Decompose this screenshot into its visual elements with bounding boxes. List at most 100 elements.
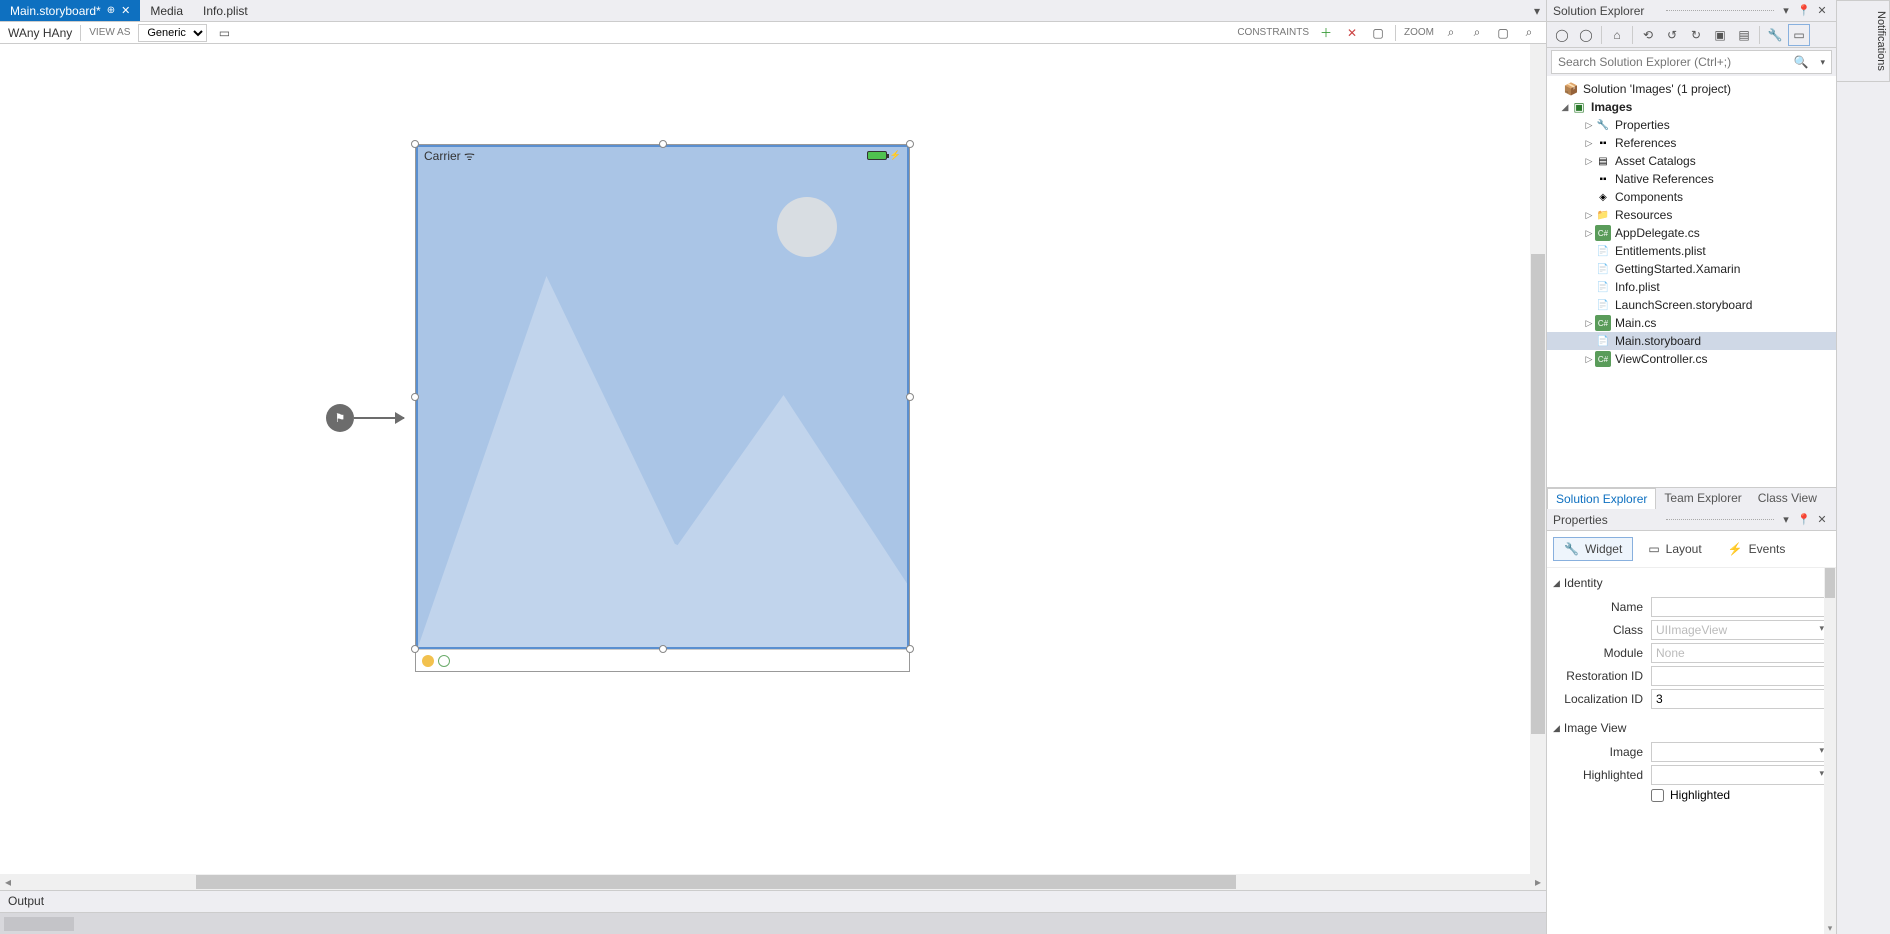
group-header-identity[interactable]: ◢Identity	[1551, 572, 1828, 594]
solution-explorer-header[interactable]: Solution Explorer ▾ 📍 ✕	[1547, 0, 1836, 22]
tree-item[interactable]: 📄LaunchScreen.storyboard	[1547, 296, 1836, 314]
tree-item[interactable]: 📄Main.storyboard	[1547, 332, 1836, 350]
doc-tab-info-plist[interactable]: Info.plist	[193, 0, 258, 21]
tree-item-label: References	[1615, 136, 1676, 150]
restoration-id-input[interactable]	[1651, 666, 1828, 686]
sync-icon[interactable]: ⟲	[1637, 24, 1659, 46]
output-panel-header[interactable]: Output	[0, 890, 1546, 912]
canvas-vertical-scrollbar[interactable]	[1530, 44, 1546, 874]
prop-tab-events[interactable]: ⚡Events	[1717, 537, 1797, 561]
name-input[interactable]	[1651, 597, 1828, 617]
initial-view-controller-indicator[interactable]: ⚑	[326, 404, 404, 432]
expand-icon[interactable]: ▷	[1583, 156, 1595, 167]
tree-item[interactable]: 📄Entitlements.plist	[1547, 242, 1836, 260]
search-dropdown-icon[interactable]: ▾	[1814, 57, 1831, 68]
tree-item[interactable]: ▷▤Asset Catalogs	[1547, 152, 1836, 170]
expand-icon[interactable]: ▷	[1583, 210, 1595, 221]
tab-solution-explorer[interactable]: Solution Explorer	[1547, 488, 1656, 509]
doc-tab-main-storyboard[interactable]: Main.storyboard* ⊕ ✕	[0, 0, 140, 21]
plist-icon: 📄	[1595, 279, 1611, 295]
prop-tab-widget[interactable]: 🔧Widget	[1553, 537, 1633, 561]
zoom-100-icon[interactable]: ▢	[1494, 24, 1512, 42]
highlighted-checkbox[interactable]	[1651, 789, 1664, 802]
constraint-add-icon[interactable]: ＋	[1317, 24, 1335, 42]
prop-row-localization-id: Localization ID	[1551, 689, 1828, 709]
tree-item[interactable]: ▷C#AppDelegate.cs	[1547, 224, 1836, 242]
storyboard-canvas[interactable]: ⚑ Carrier ᯤ ⚡	[0, 44, 1546, 890]
tree-solution-root[interactable]: 📦 Solution 'Images' (1 project)	[1547, 80, 1836, 98]
tree-item[interactable]: ◈Components	[1547, 188, 1836, 206]
properties-icon[interactable]: 🔧	[1764, 24, 1786, 46]
search-icon[interactable]: 🔍	[1788, 55, 1815, 69]
show-all-files-icon[interactable]: ▤	[1733, 24, 1755, 46]
expand-icon[interactable]: ▷	[1583, 228, 1595, 239]
expand-icon[interactable]: ▷	[1583, 120, 1595, 131]
search-input[interactable]	[1552, 53, 1788, 71]
image-dropdown[interactable]	[1651, 742, 1828, 762]
doc-tab-media[interactable]: Media	[140, 0, 193, 21]
tree-item[interactable]: ▷🔧Properties	[1547, 116, 1836, 134]
notifications-tab[interactable]: Notifications	[1837, 0, 1890, 82]
tab-overflow-dropdown[interactable]: ▾	[1528, 0, 1546, 21]
zoom-fit-icon[interactable]: ⌕	[1442, 24, 1460, 42]
group-header-image-view[interactable]: ◢Image View	[1551, 717, 1828, 739]
tree-project[interactable]: ◢ ▣ Images	[1547, 98, 1836, 116]
zoom-in-icon[interactable]: ⌕	[1520, 24, 1538, 42]
class-input[interactable]	[1651, 620, 1828, 640]
collapsed-panels-column: Notifications	[1836, 0, 1890, 934]
pin-icon[interactable]: ⊕	[107, 5, 115, 16]
prop-tab-layout[interactable]: ▭Layout	[1637, 537, 1712, 561]
zoom-out-icon[interactable]: ⌕	[1468, 24, 1486, 42]
expand-icon[interactable]: ▷	[1583, 138, 1595, 149]
highlighted-dropdown[interactable]	[1651, 765, 1828, 785]
forward-icon[interactable]: ◯	[1575, 24, 1597, 46]
constraint-remove-icon[interactable]: ✕	[1343, 24, 1361, 42]
panel-pin-icon[interactable]: 📍	[1796, 3, 1812, 19]
home-icon[interactable]: ⌂	[1606, 24, 1628, 46]
solution-explorer-search[interactable]: 🔍 ▾	[1551, 50, 1832, 74]
canvas-horizontal-scrollbar[interactable]: ◂ ▸	[0, 874, 1546, 890]
properties-vertical-scrollbar[interactable]: ▾	[1824, 568, 1836, 934]
tab-team-explorer[interactable]: Team Explorer	[1656, 488, 1749, 509]
tree-item[interactable]: ▷📁Resources	[1547, 206, 1836, 224]
uiimageview-selected[interactable]: Carrier ᯤ ⚡	[416, 145, 909, 649]
tree-item[interactable]: 📄GettingStarted.Xamarin	[1547, 260, 1836, 278]
view-controller-scene[interactable]: Carrier ᯤ ⚡	[415, 144, 910, 672]
properties-scroll[interactable]: ◢Identity Name Class ▾ Module	[1547, 568, 1836, 934]
constraint-frame-icon[interactable]: ▢	[1369, 24, 1387, 42]
catalog-icon: ▤	[1595, 153, 1611, 169]
size-class-label[interactable]: WAny HAny	[8, 26, 72, 40]
view-controller-icon[interactable]	[422, 655, 434, 667]
view-as-dropdown[interactable]: Generic	[138, 24, 207, 42]
tree-item[interactable]: ▷C#ViewController.cs	[1547, 350, 1836, 368]
localization-id-input[interactable]	[1651, 689, 1828, 709]
tab-label: Media	[150, 4, 183, 18]
refresh-icon[interactable]: ↻	[1685, 24, 1707, 46]
constraints-label: CONSTRAINTS	[1237, 27, 1309, 38]
tree-item-label: Properties	[1615, 118, 1670, 132]
panel-close-icon[interactable]: ✕	[1814, 512, 1830, 528]
expand-icon[interactable]: ▷	[1583, 354, 1595, 365]
first-responder-icon[interactable]	[438, 655, 450, 667]
prop-row-class: Class ▾	[1551, 620, 1828, 640]
output-label: Output	[8, 894, 44, 908]
tree-item[interactable]: 📄Info.plist	[1547, 278, 1836, 296]
panel-pin-icon[interactable]: 📍	[1796, 512, 1812, 528]
back-icon[interactable]: ◯	[1551, 24, 1573, 46]
preview-icon[interactable]: ▭	[1788, 24, 1810, 46]
collapse-all-icon[interactable]: ▣	[1709, 24, 1731, 46]
tab-class-view[interactable]: Class View	[1750, 488, 1825, 509]
panel-dropdown-icon[interactable]: ▾	[1778, 3, 1794, 19]
tree-item[interactable]: ▪▪Native References	[1547, 170, 1836, 188]
tree-item[interactable]: ▷▪▪References	[1547, 134, 1836, 152]
panel-close-icon[interactable]: ✕	[1814, 3, 1830, 19]
properties-header[interactable]: Properties ▾ 📍 ✕	[1547, 509, 1836, 531]
module-input[interactable]	[1651, 643, 1828, 663]
solution-tree[interactable]: 📦 Solution 'Images' (1 project) ◢ ▣ Imag…	[1547, 76, 1836, 487]
panel-dropdown-icon[interactable]: ▾	[1778, 512, 1794, 528]
expand-icon[interactable]: ▷	[1583, 318, 1595, 329]
tree-item[interactable]: ▷C#Main.cs	[1547, 314, 1836, 332]
pending-changes-icon[interactable]: ↺	[1661, 24, 1683, 46]
orientation-toggle[interactable]: ▭	[215, 24, 233, 42]
close-icon[interactable]: ✕	[121, 4, 130, 17]
